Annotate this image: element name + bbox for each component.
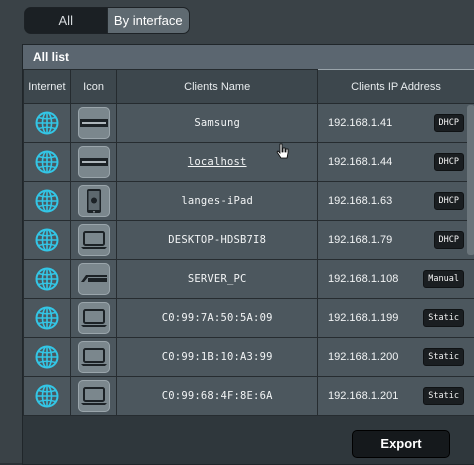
samsung-logo-icon [78,107,110,139]
client-list-panel: All list Internet Icon Clients Name Clie… [22,44,474,465]
client-name-cell[interactable]: C0:99:68:4F:8E:6A [117,377,318,416]
client-ip: 192.168.1.108 [328,273,398,285]
client-ip: 192.168.1.79 [328,234,392,246]
table-row[interactable]: Samsung 192.168.1.41 DHCP [24,104,474,143]
laptop-icon [78,224,110,256]
client-ip-cell: 192.168.1.108 Manual [318,260,474,299]
client-ip-cell: 192.168.1.41 DHCP [318,104,474,143]
globe-icon [35,267,59,291]
client-ip-cell: 192.168.1.44 DHCP [318,143,474,182]
client-name-cell[interactable]: langes-iPad [117,182,318,221]
client-ip: 192.168.1.63 [328,195,392,207]
client-name: langes-iPad [181,195,253,207]
apple-ipad-icon [78,185,110,217]
ip-type-badge: DHCP [434,192,464,210]
view-toggle: All By interface [24,7,190,34]
globe-icon [35,384,59,408]
table-row[interactable]: localhost 192.168.1.44 DHCP [24,143,474,182]
globe-icon [35,228,59,252]
globe-icon [35,345,59,369]
table-row[interactable]: DESKTOP-HDSB7I8 192.168.1.79 DHCP [24,221,474,260]
table-row[interactable]: C0:99:1B:10:A3:99 192.168.1.200 Static [24,338,474,377]
client-ip-cell: 192.168.1.201 Static [318,377,474,416]
client-name-cell[interactable]: C0:99:7A:50:5A:09 [117,299,318,338]
client-name-cell[interactable]: C0:99:1B:10:A3:99 [117,338,318,377]
client-name: DESKTOP-HDSB7I8 [168,234,266,246]
globe-icon [35,150,59,174]
client-ip: 192.168.1.199 [328,312,398,324]
client-name: C0:99:7A:50:5A:09 [162,312,273,324]
ip-type-badge: DHCP [434,153,464,171]
globe-icon [35,111,59,135]
internet-cell[interactable] [24,377,71,416]
internet-cell[interactable] [24,182,71,221]
ip-type-badge: Static [423,387,464,405]
col-icon[interactable]: Icon [70,70,117,104]
device-icon-cell[interactable] [70,182,117,221]
scrollbar[interactable] [467,105,474,255]
client-name: C0:99:68:4F:8E:6A [162,390,273,402]
hand-cursor-icon [276,143,290,161]
tab-by-interface[interactable]: By interface [107,8,190,33]
col-clients-ip[interactable]: Clients IP Address [318,70,474,104]
col-clients-name[interactable]: Clients Name [117,70,318,104]
device-icon-cell[interactable] [70,338,117,377]
table-header: Internet Icon Clients Name Clients IP Ad… [24,70,474,104]
device-icon-cell[interactable] [70,377,117,416]
client-ip-cell: 192.168.1.200 Static [318,338,474,377]
tab-all[interactable]: All [25,8,107,33]
device-icon-cell[interactable] [70,104,117,143]
ip-type-badge: DHCP [434,114,464,132]
globe-icon [35,189,59,213]
client-ip: 192.168.1.201 [328,390,398,402]
client-ip-cell: 192.168.1.79 DHCP [318,221,474,260]
client-name-cell[interactable]: Samsung [117,104,318,143]
client-ip-cell: 192.168.1.63 DHCP [318,182,474,221]
client-name: SERVER_PC [188,273,247,285]
globe-icon [35,306,59,330]
device-icon-cell[interactable] [70,299,117,338]
internet-cell[interactable] [24,338,71,377]
client-ip: 192.168.1.44 [328,156,392,168]
client-ip: 192.168.1.200 [328,351,398,363]
internet-cell[interactable] [24,143,71,182]
device-icon-cell[interactable] [70,143,117,182]
client-ip-cell: 192.168.1.199 Static [318,299,474,338]
laptop-icon [78,302,110,334]
table-row[interactable]: langes-iPad 192.168.1.63 DHCP [24,182,474,221]
internet-cell[interactable] [24,299,71,338]
internet-cell[interactable] [24,260,71,299]
client-name-cell[interactable]: DESKTOP-HDSB7I8 [117,221,318,260]
table-row[interactable]: C0:99:68:4F:8E:6A 192.168.1.201 Static [24,377,474,416]
samsung-logo-icon [78,146,110,178]
device-icon-cell[interactable] [70,260,117,299]
laptop-icon [78,341,110,373]
panel-title: All list [23,45,474,70]
internet-cell[interactable] [24,104,71,143]
ip-type-badge: Manual [423,270,464,288]
ip-type-badge: Static [423,348,464,366]
client-name-cell[interactable]: SERVER_PC [117,260,318,299]
ip-type-badge: Static [423,309,464,327]
client-ip: 192.168.1.41 [328,117,392,129]
col-internet[interactable]: Internet [24,70,71,104]
asus-logo-icon [78,263,110,295]
client-name: localhost [188,156,247,168]
table-row[interactable]: SERVER_PC 192.168.1.108 Manual [24,260,474,299]
client-name: C0:99:1B:10:A3:99 [162,351,273,363]
ip-type-badge: DHCP [434,231,464,249]
export-button[interactable]: Export [352,430,450,458]
laptop-icon [78,380,110,412]
window: All By interface All list Internet Icon … [0,0,474,463]
internet-cell[interactable] [24,221,71,260]
table-row[interactable]: C0:99:7A:50:5A:09 192.168.1.199 Static [24,299,474,338]
device-icon-cell[interactable] [70,221,117,260]
client-table: Internet Icon Clients Name Clients IP Ad… [23,69,474,416]
client-name: Samsung [194,117,240,129]
